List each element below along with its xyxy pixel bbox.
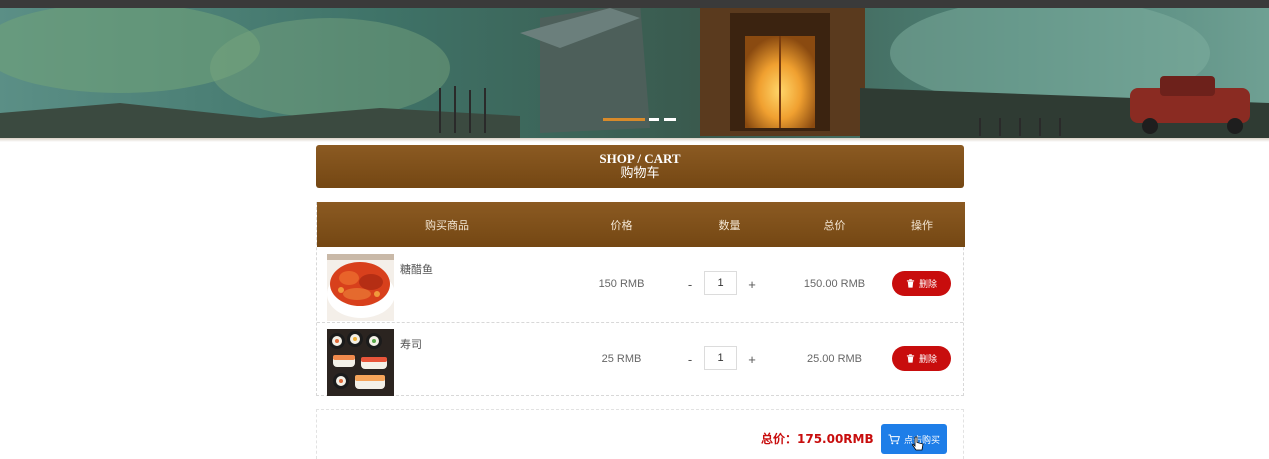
top-bar	[0, 0, 1269, 8]
unit-price: 150 RMB	[598, 278, 645, 290]
carousel-dot-2[interactable]	[649, 118, 659, 121]
trash-icon	[906, 279, 915, 288]
quantity-input[interactable]	[704, 271, 737, 295]
column-header-product: 购买商品	[425, 219, 469, 232]
carousel-dot-1[interactable]	[603, 118, 645, 121]
line-total: 150.00 RMB	[803, 278, 866, 290]
table-row: 寿司 25 RMB - + 25.00 RMB 删除	[317, 322, 963, 396]
table-header: 购买商品 价格 数量 总价 操作	[317, 202, 965, 247]
increase-quantity-button[interactable]: +	[745, 277, 759, 292]
delete-button[interactable]: 删除	[892, 271, 951, 296]
product-name[interactable]: 寿司	[400, 336, 422, 352]
banner-carousel[interactable]	[0, 8, 1269, 138]
banner-image	[0, 8, 1269, 138]
cart-table: 购买商品 价格 数量 总价 操作 糖醋鱼 150 RMB - + 150.00 …	[316, 202, 965, 396]
cart-icon	[888, 434, 900, 444]
unit-price: 25 RMB	[601, 353, 642, 365]
table-row: 糖醋鱼 150 RMB - + 150.00 RMB 删除	[317, 248, 963, 322]
quantity-input[interactable]	[704, 346, 737, 370]
column-header-total: 总价	[823, 219, 846, 232]
column-header-quantity: 数量	[718, 219, 741, 232]
delete-button-label: 删除	[918, 280, 937, 290]
cart-summary: 总价：175.00RMB 点击购买	[316, 409, 964, 459]
page-title-en: SHOP / CART	[599, 151, 681, 166]
delete-button[interactable]: 删除	[892, 346, 951, 371]
trash-icon	[906, 354, 915, 363]
column-header-action: 操作	[911, 219, 933, 232]
column-header-price: 价格	[610, 219, 633, 232]
delete-button-label: 删除	[918, 355, 937, 365]
page-title-bar: SHOP / CART 购物车	[316, 145, 964, 188]
carousel-dot-3[interactable]	[664, 118, 676, 121]
decrease-quantity-button[interactable]: -	[683, 277, 697, 292]
sweet-sour-fish-image	[327, 254, 394, 321]
banner-divider	[0, 138, 1269, 142]
line-total: 25.00 RMB	[806, 353, 863, 365]
product-image[interactable]	[327, 329, 394, 396]
product-image[interactable]	[327, 254, 394, 321]
mouse-pointer-icon	[912, 436, 924, 451]
decrease-quantity-button[interactable]: -	[683, 352, 697, 367]
increase-quantity-button[interactable]: +	[745, 352, 759, 367]
page-title-cn: 购物车	[620, 166, 660, 181]
sushi-image	[327, 329, 394, 396]
product-name[interactable]: 糖醋鱼	[400, 261, 433, 277]
cart-total: 总价：175.00RMB	[761, 432, 874, 446]
